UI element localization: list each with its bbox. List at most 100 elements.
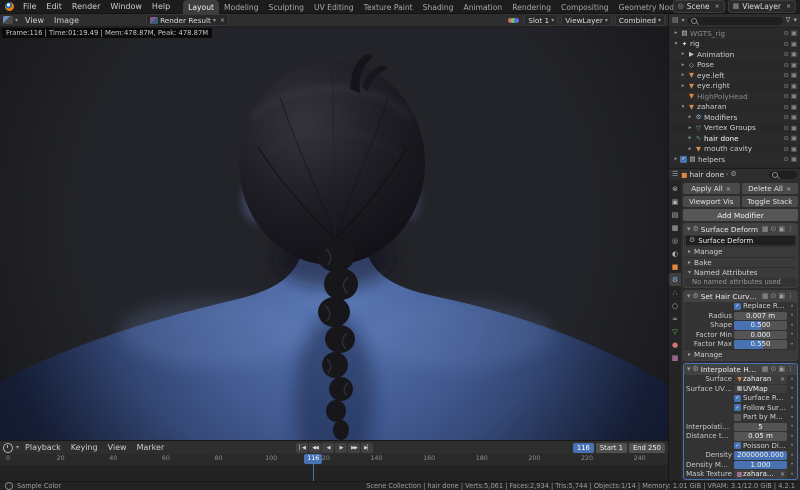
filter-icon[interactable]: ∇ [786, 17, 791, 24]
remove-view-layer-icon[interactable]: × [784, 3, 791, 10]
workspace-tab-shading[interactable]: Shading [418, 0, 459, 14]
expand-caret-icon[interactable]: ▸ [686, 125, 694, 131]
render-display-toggle-icon[interactable]: ▣ [778, 226, 785, 233]
properties-editor-icon[interactable]: ☰ [672, 171, 678, 178]
image-editor-menu-view[interactable]: View [20, 14, 49, 27]
properties-tab-texture[interactable]: ▩ [669, 351, 682, 364]
edit-mode-toggle-icon[interactable]: ▦ [762, 366, 769, 373]
hide-in-viewport-icon[interactable]: ⊙ [783, 82, 788, 90]
timeline-menu-keying[interactable]: Keying [66, 441, 103, 454]
jump-to-start-button[interactable]: ▏◀ [296, 443, 308, 453]
disable-in-render-icon[interactable]: ▣ [791, 113, 797, 121]
animate-decorator-icon[interactable]: • [789, 423, 795, 430]
timeline-menu-playback[interactable]: Playback [20, 441, 66, 454]
hide-in-viewport-icon[interactable]: ⊙ [783, 92, 788, 100]
disable-in-render-icon[interactable]: ▣ [791, 124, 797, 132]
properties-tab-constraints[interactable]: ∞ [669, 312, 682, 325]
workspace-tab-animation[interactable]: Animation [459, 0, 508, 14]
value-slider-interpolation-gu[interactable]: 5 [734, 423, 787, 432]
extras-menu-icon[interactable]: ⋮ [787, 293, 794, 300]
extras-menu-icon[interactable]: ⋮ [787, 226, 794, 233]
expand-caret-icon[interactable]: ▾ [687, 293, 691, 300]
outliner-item-vertex-groups[interactable]: ▸▽Vertex Groups⊙▣ [669, 123, 800, 134]
checkbox-replace-radius[interactable]: ✓ [734, 303, 741, 310]
properties-search[interactable] [769, 171, 797, 179]
panel-manage[interactable]: ▸Manage [684, 246, 797, 257]
workspace-tab-uv-editing[interactable]: UV Editing [309, 0, 359, 14]
properties-tab-particles[interactable]: ∴ [669, 286, 682, 299]
workspace-tab-rendering[interactable]: Rendering [507, 0, 556, 14]
display-channels-icon[interactable] [508, 18, 519, 23]
current-frame-field[interactable]: 116 [573, 443, 594, 453]
properties-tab-physics[interactable]: ○ [669, 299, 682, 312]
timeline-editor-icon[interactable] [3, 443, 13, 453]
hide-in-viewport-icon[interactable]: ⊙ [783, 145, 788, 153]
unlink-scene-icon[interactable]: × [713, 3, 720, 10]
modifier-header[interactable]: ▾⚙Set Hair Curve P...▦⊙▣⋮ [684, 291, 797, 302]
hide-in-viewport-icon[interactable]: ⊙ [783, 103, 788, 111]
animate-decorator-icon[interactable]: • [789, 452, 795, 459]
toggle-stack-button[interactable]: Toggle Stack [742, 196, 799, 207]
properties-tab-render[interactable]: ▣ [669, 195, 682, 208]
datablock-field-surface[interactable]: ▼zaharan× [734, 375, 787, 384]
animate-decorator-icon[interactable]: • [789, 312, 795, 319]
panel-named-attributes[interactable]: ▾Named Attributes [684, 267, 797, 278]
outliner-item-eye-left[interactable]: ▸▼eye.left⊙▣ [669, 70, 800, 81]
properties-tab-tool[interactable]: ⊛ [669, 182, 682, 195]
disable-in-render-icon[interactable]: ▣ [791, 29, 797, 37]
value-slider-density[interactable]: 2000000.000 [734, 451, 787, 460]
menu-help[interactable]: Help [147, 0, 175, 13]
datablock-field-mask-texture[interactable]: ▩zaharan_cell...× [734, 470, 787, 479]
expand-caret-icon[interactable]: ▸ [672, 156, 680, 162]
animate-decorator-icon[interactable]: • [789, 341, 795, 348]
outliner-item-rig[interactable]: ▾✦rig⊙▣ [669, 39, 800, 50]
expand-caret-icon[interactable]: ▾ [679, 104, 687, 110]
animate-decorator-icon[interactable]: • [789, 461, 795, 468]
outliner-item-animation[interactable]: ▸▶Animation⊙▣ [669, 49, 800, 60]
image-datablock-selector[interactable]: Render Result ▾ × [146, 14, 229, 26]
hide-in-viewport-icon[interactable]: ⊙ [783, 124, 788, 132]
expand-caret-icon[interactable]: ▸ [679, 72, 687, 78]
animate-decorator-icon[interactable]: • [789, 395, 795, 402]
disable-in-render-icon[interactable]: ▣ [791, 92, 797, 100]
outliner-options-icon[interactable]: ▾ [793, 17, 797, 24]
menu-edit[interactable]: Edit [41, 0, 67, 13]
jump-to-next-keyframe-button[interactable]: ▶▶ [348, 443, 360, 453]
animate-decorator-icon[interactable]: • [789, 303, 795, 310]
properties-tab-view-layer[interactable]: ▦ [669, 221, 682, 234]
outliner-item-wgts-rig[interactable]: ▸▤WGTS_rig⊙▣ [669, 28, 800, 39]
render-slot-selector[interactable]: Slot 1 ▾ [524, 14, 558, 26]
hide-in-viewport-icon[interactable]: ⊙ [783, 61, 788, 69]
render-display-toggle-icon[interactable]: ▣ [778, 293, 785, 300]
outliner-item-eye-right[interactable]: ▸▼eye.right⊙▣ [669, 81, 800, 92]
animate-decorator-icon[interactable]: • [789, 433, 795, 440]
frame-end-field[interactable]: End 250 [629, 443, 665, 453]
modifier-name-field[interactable]: ⚙Surface Deform [686, 236, 795, 245]
workspace-tab-sculpting[interactable]: Sculpting [264, 0, 309, 14]
playhead-frame-label[interactable]: 116 [304, 454, 322, 464]
disable-in-render-icon[interactable]: ▣ [791, 82, 797, 90]
hide-in-viewport-icon[interactable]: ⊙ [783, 29, 788, 37]
expand-caret-icon[interactable]: ▾ [672, 41, 680, 47]
datablock-field-surface-uv-map[interactable]: ▦UVMap [734, 385, 787, 394]
disable-in-render-icon[interactable]: ▣ [791, 50, 797, 58]
hide-in-viewport-icon[interactable]: ⊙ [783, 71, 788, 79]
viewport-vis-button[interactable]: Viewport Vis [683, 196, 740, 207]
viewport-display-toggle-icon[interactable]: ⊙ [771, 226, 777, 233]
checkbox-poisson-disk-dist[interactable]: ✓ [734, 442, 741, 449]
render-display-toggle-icon[interactable]: ▣ [778, 366, 785, 373]
modifier-header[interactable]: ▾⚙Surface Deform▦⊙▣⋮ [684, 224, 797, 235]
outliner-search[interactable] [688, 17, 783, 25]
collection-checkbox[interactable]: ✓ [680, 156, 687, 163]
properties-tab-modifiers[interactable]: ⚙ [669, 273, 682, 286]
outliner-item-modifiers[interactable]: ▸⚙Modifiers⊙▣ [669, 112, 800, 123]
jump-to-prev-keyframe-button[interactable]: ◀◀ [309, 443, 321, 453]
frame-start-field[interactable]: Start 1 [596, 443, 627, 453]
expand-caret-icon[interactable]: ▸ [686, 114, 694, 120]
apply-all-button[interactable]: Apply All× [683, 183, 740, 194]
disable-in-render-icon[interactable]: ▣ [791, 40, 797, 48]
render-pass-selector[interactable]: Combined ▾ [615, 14, 665, 26]
value-slider-distance-to-guid[interactable]: 0.05 m [734, 432, 787, 441]
render-layer-selector[interactable]: ViewLayer ▾ [561, 14, 612, 26]
outliner-item-pose[interactable]: ▸◇Pose⊙▣ [669, 60, 800, 71]
